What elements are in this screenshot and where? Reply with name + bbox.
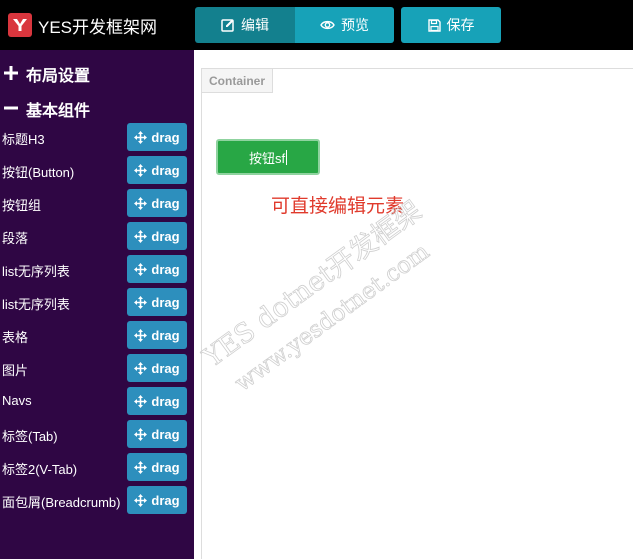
drag-button-label: drag — [151, 294, 180, 310]
container-label-text: Container — [209, 73, 266, 88]
edit-icon — [221, 19, 234, 32]
component-item: 标题H3 drag — [0, 123, 194, 152]
component-item: 按钮(Button) drag — [0, 156, 194, 185]
move-arrows-icon — [134, 130, 148, 144]
component-item-label: list无序列表 — [2, 264, 70, 279]
component-sidebar: 布局设置 基本组件 标题H3 drag 按钮(Button) drag 按钮组 drag 段… — [0, 50, 194, 559]
container-label[interactable]: Container — [202, 69, 274, 93]
layout-settings-header[interactable]: 布局设置 — [2, 62, 90, 86]
component-item: 表格 drag — [0, 321, 194, 350]
eye-icon — [320, 20, 335, 30]
edit-hint-annotation: 可直接编辑元素 — [271, 196, 405, 217]
component-item: list无序列表 drag — [0, 255, 194, 284]
mode-button-group: 编辑 预览 — [195, 7, 394, 43]
text-cursor — [286, 149, 288, 165]
drag-button-label: drag — [151, 393, 180, 409]
edit-button-label: 编辑 — [241, 17, 269, 33]
component-item-label: 标签2(V-Tab) — [2, 462, 78, 477]
drag-button[interactable]: drag — [127, 222, 187, 250]
move-arrows-icon — [134, 196, 148, 210]
drag-button-label: drag — [151, 360, 180, 376]
drag-button[interactable]: drag — [127, 354, 187, 382]
component-item: Navs drag — [0, 387, 194, 416]
drag-button[interactable]: drag — [127, 255, 187, 283]
component-item: 面包屑(Breadcrumb) drag — [0, 486, 194, 515]
preview-button-label: 预览 — [341, 17, 369, 33]
editor-canvas[interactable]: Container 按钮sf 可直接编辑元素 — [201, 68, 633, 559]
drag-button[interactable]: drag — [127, 387, 187, 415]
drag-button-label: drag — [151, 459, 180, 475]
move-arrows-icon — [134, 394, 148, 408]
drag-button-label: drag — [151, 426, 180, 442]
component-item-label: Navs — [2, 393, 32, 408]
move-arrows-icon — [134, 361, 148, 375]
yes-logo-icon — [8, 13, 32, 37]
basic-components-title: 基本组件 — [26, 103, 91, 120]
floppy-disk-icon — [427, 18, 441, 32]
component-item-label: 按钮(Button) — [2, 165, 75, 180]
move-arrows-icon — [134, 229, 148, 243]
basic-components-header[interactable]: 基本组件 — [2, 97, 90, 121]
editable-button-text: 按钮sf — [248, 150, 286, 166]
drag-button[interactable]: drag — [127, 453, 187, 481]
layout-settings-title: 布局设置 — [26, 68, 91, 85]
save-button-label: 保存 — [446, 17, 475, 33]
component-item: 图片 drag — [0, 354, 194, 383]
drag-button-label: drag — [151, 261, 180, 277]
component-item-label: 面包屑(Breadcrumb) — [2, 495, 121, 510]
move-arrows-icon — [134, 427, 148, 441]
drag-button[interactable]: drag — [127, 156, 187, 184]
drag-button-label: drag — [151, 195, 180, 211]
move-arrows-icon — [134, 262, 148, 276]
component-item-label: 表格 — [2, 330, 29, 345]
component-item-label: list无序列表 — [2, 297, 70, 312]
component-item-label: 段落 — [2, 231, 29, 246]
drag-button-label: drag — [151, 492, 180, 508]
drag-button[interactable]: drag — [127, 486, 187, 514]
plus-icon — [2, 64, 20, 85]
drag-button[interactable]: drag — [127, 321, 187, 349]
drag-button[interactable]: drag — [127, 123, 187, 151]
drag-button[interactable]: drag — [127, 189, 187, 217]
editable-button[interactable]: 按钮sf — [216, 139, 320, 175]
move-arrows-icon — [134, 295, 148, 309]
drag-button-label: drag — [151, 327, 180, 343]
component-item: 标签2(V-Tab) drag — [0, 453, 194, 482]
component-item-label: 按钮组 — [2, 198, 42, 213]
component-item: 段落 drag — [0, 222, 194, 251]
save-button[interactable]: 保存 — [401, 7, 501, 43]
component-item: 按钮组 drag — [0, 189, 194, 218]
component-item: list无序列表 drag — [0, 288, 194, 317]
top-bar: YES开发框架网 编辑 预览 保存 — [0, 0, 633, 50]
component-item: 标签(Tab) drag — [0, 420, 194, 449]
preview-button[interactable]: 预览 — [295, 7, 394, 43]
move-arrows-icon — [134, 163, 148, 177]
drag-button[interactable]: drag — [127, 288, 187, 316]
drag-button-label: drag — [151, 162, 180, 178]
component-item-label: 标题H3 — [2, 132, 45, 147]
drag-button[interactable]: drag — [127, 420, 187, 448]
drag-button-label: drag — [151, 228, 180, 244]
component-item-label: 图片 — [2, 363, 29, 378]
drag-button-label: drag — [151, 129, 180, 145]
move-arrows-icon — [134, 328, 148, 342]
move-arrows-icon — [134, 493, 148, 507]
move-arrows-icon — [134, 460, 148, 474]
edit-button[interactable]: 编辑 — [195, 7, 295, 43]
brand-name: YES开发框架网 — [38, 17, 158, 37]
minus-icon — [2, 99, 20, 120]
component-item-label: 标签(Tab) — [2, 429, 58, 444]
brand[interactable]: YES开发框架网 — [8, 12, 157, 38]
